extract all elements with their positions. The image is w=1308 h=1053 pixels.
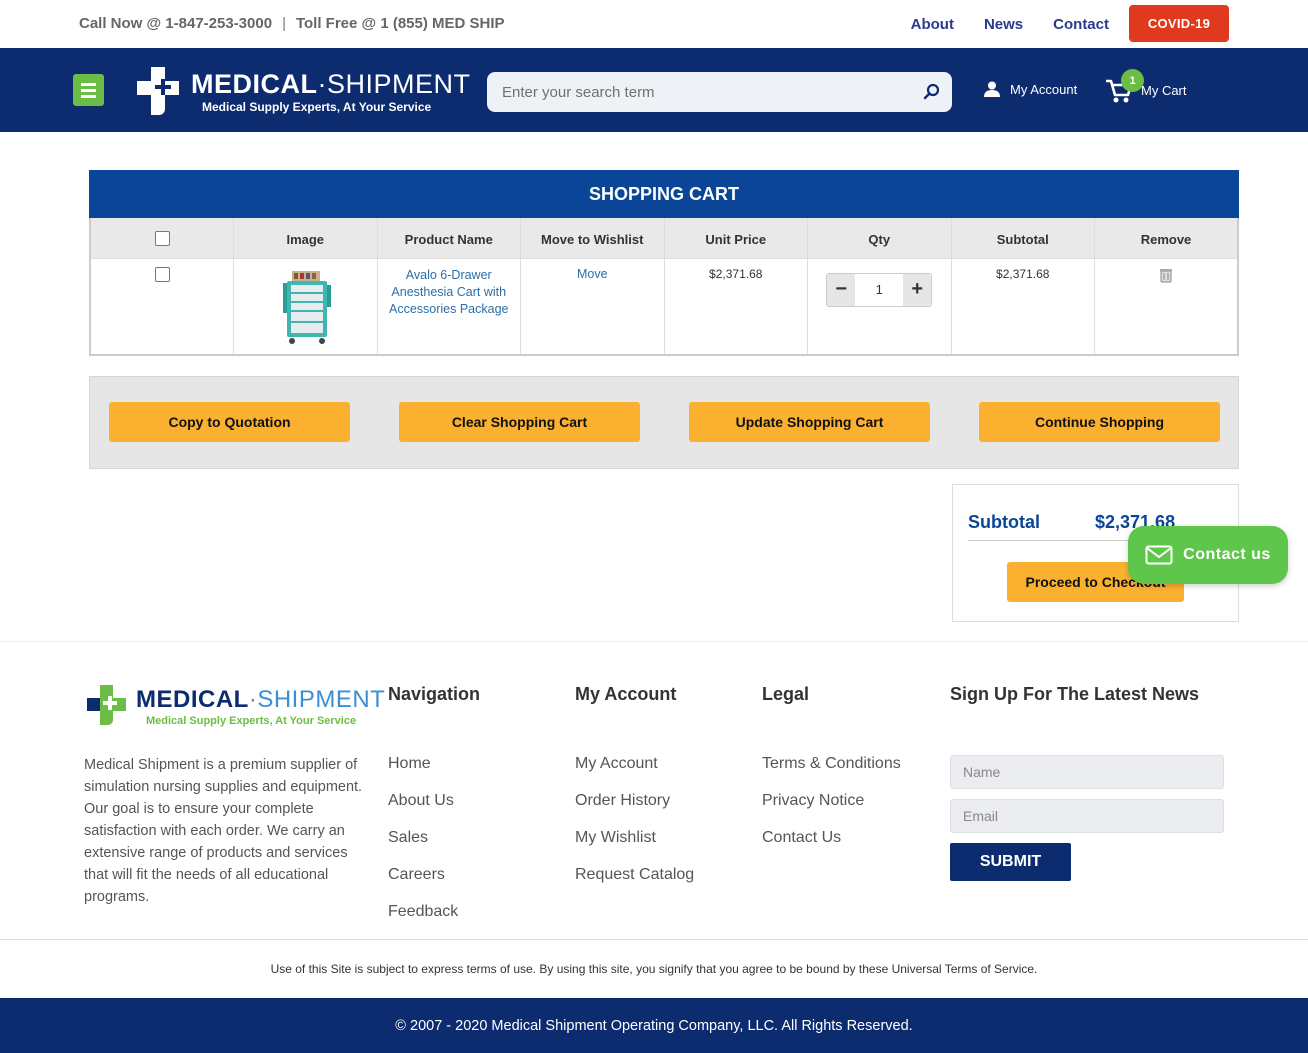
- column-header: Qty: [807, 218, 951, 258]
- main-header: MEDICAL·SHIPMENT Medical Supply Experts,…: [0, 48, 1308, 132]
- footer-link-order-history[interactable]: Order History: [575, 790, 694, 827]
- footer-link-contact-us[interactable]: Contact Us: [762, 827, 901, 864]
- footer-link-careers[interactable]: Careers: [388, 864, 480, 901]
- qty-input[interactable]: 1: [855, 273, 904, 306]
- shopping-cart-panel: SHOPPING CART Image Product Name Move to…: [89, 170, 1239, 356]
- user-icon: [984, 81, 1000, 97]
- row-select-cell: [89, 257, 234, 356]
- my-account-link[interactable]: My Account: [984, 81, 1077, 97]
- select-all-checkbox[interactable]: [154, 230, 170, 246]
- footer-link-my-wishlist[interactable]: My Wishlist: [575, 827, 694, 864]
- column-header: Image: [233, 218, 377, 258]
- column-header: Move to Wishlist: [520, 218, 664, 258]
- shopping-cart-title: SHOPPING CART: [89, 170, 1239, 218]
- my-account-label: My Account: [1010, 81, 1078, 97]
- summary-subtotal-label: Subtotal: [968, 512, 1040, 532]
- footer-link-sales[interactable]: Sales: [388, 827, 480, 864]
- footer-navigation: Navigation Home About Us Sales Careers F…: [388, 684, 480, 938]
- footer-link-about-us[interactable]: About Us: [388, 790, 480, 827]
- anesthesia-cart-image: [283, 270, 332, 344]
- move-cell: Move: [520, 257, 665, 356]
- contact-us-label: Contact us: [1183, 546, 1271, 563]
- covid-button[interactable]: COVID-19: [1129, 5, 1229, 42]
- move-to-wishlist-link[interactable]: Move: [577, 267, 608, 281]
- footer: MEDICAL·SHIPMENT Medical Supply Experts,…: [0, 641, 1308, 939]
- top-bar: Call Now @ 1-847-253-3000 | Toll Free @ 1 …: [0, 0, 1308, 48]
- column-header: Subtotal: [950, 218, 1095, 258]
- menu-icon[interactable]: [73, 74, 104, 106]
- footer-legal: Legal Terms & Conditions Privacy Notice …: [762, 684, 901, 864]
- logo-brand: MEDICAL·SHIPMENT: [191, 69, 471, 99]
- footer-link-request-catalog[interactable]: Request Catalog: [575, 864, 694, 901]
- footer-newsletter-title: Sign Up For The Latest News: [950, 684, 1200, 704]
- product-name-cell: Avalo 6-Drawer Anesthesia Cart with Acce…: [376, 257, 521, 356]
- footer-logo-brand: MEDICAL·SHIPMENT: [136, 686, 386, 713]
- subtotal-cell: $2,371.68: [950, 257, 1095, 356]
- site-logo[interactable]: MEDICAL·SHIPMENT Medical Supply Experts,…: [135, 65, 470, 115]
- contact-us-floating-button[interactable]: Contact us: [1128, 526, 1288, 584]
- my-cart-label: My Cart: [1141, 83, 1187, 98]
- footer-my-account: My Account My Account Order History My W…: [575, 684, 694, 901]
- medical-cross-logo-icon: [87, 685, 126, 725]
- search-input[interactable]: [487, 72, 907, 112]
- cart-actions-bar: Copy to Quotation Clear Shopping Cart Up…: [89, 376, 1239, 469]
- cart-table: Image Product Name Move to Wishlist Unit…: [89, 218, 1239, 356]
- newsletter-name-input[interactable]: [950, 755, 1224, 789]
- clear-cart-button[interactable]: Clear Shopping Cart: [399, 402, 640, 442]
- column-header: Product Name: [376, 218, 521, 258]
- footer-navigation-title: Navigation: [388, 684, 481, 704]
- image-cell: [233, 257, 378, 356]
- footer-my-account-title: My Account: [575, 684, 677, 704]
- phone-separator: |: [282, 15, 286, 32]
- remove-cell: [1094, 257, 1239, 356]
- search-icon[interactable]: [922, 82, 942, 102]
- footer-link-my-account[interactable]: My Account: [575, 753, 694, 790]
- footer-link-privacy[interactable]: Privacy Notice: [762, 790, 901, 827]
- footer-logo[interactable]: MEDICAL·SHIPMENT Medical Supply Experts,…: [86, 684, 385, 734]
- footer-legal-title: Legal: [762, 684, 810, 704]
- trash-icon[interactable]: [1158, 267, 1174, 283]
- select-all-header: [89, 218, 234, 258]
- top-link-contact[interactable]: Contact: [1053, 16, 1109, 33]
- phone-numbers: Call Now @ 1-847-253-3000 | Toll Free @ 1 …: [79, 15, 505, 32]
- logo-tagline: Medical Supply Experts, At Your Service: [202, 100, 432, 114]
- cart-table-header: Image Product Name Move to Wishlist Unit…: [89, 218, 1239, 258]
- qty-cell: − 1 +: [807, 257, 952, 356]
- mail-icon: [1145, 545, 1173, 565]
- footer-logo-tagline: Medical Supply Experts, At Your Service: [146, 715, 357, 727]
- toll-free-text: Toll Free @ 1 (855) MED SHIP: [295, 15, 505, 32]
- footer-link-terms[interactable]: Terms & Conditions: [762, 753, 901, 790]
- top-links: About News Contact: [911, 16, 1109, 33]
- top-link-news[interactable]: News: [984, 16, 1023, 33]
- footer-link-feedback[interactable]: Feedback: [388, 901, 480, 938]
- footer-about-text: Medical Shipment is a premium supplier o…: [84, 757, 363, 905]
- my-cart-link[interactable]: 1 My Cart: [1105, 69, 1195, 106]
- update-cart-button[interactable]: Update Shopping Cart: [689, 402, 930, 442]
- unit-price-cell: $2,371.68: [663, 257, 808, 356]
- footer-newsletter: Sign Up For The Latest News SUBMIT: [950, 684, 1224, 881]
- copy-to-quotation-button[interactable]: Copy to Quotation: [109, 402, 350, 442]
- copyright-bar: © 2007 - 2020 Medical Shipment Operating…: [0, 998, 1308, 1053]
- newsletter-email-input[interactable]: [950, 799, 1224, 833]
- call-now-text: Call Now @ 1-847-253-3000: [79, 15, 273, 32]
- footer-link-home[interactable]: Home: [388, 753, 480, 790]
- column-header: Unit Price: [663, 218, 808, 258]
- search-box: [487, 72, 952, 112]
- table-row: Avalo 6-Drawer Anesthesia Cart with Acce…: [89, 257, 1239, 356]
- product-image[interactable]: [265, 266, 346, 347]
- row-checkbox[interactable]: [154, 266, 170, 282]
- qty-increase-button[interactable]: +: [903, 273, 932, 306]
- top-link-about[interactable]: About: [911, 16, 954, 33]
- continue-shopping-button[interactable]: Continue Shopping: [979, 402, 1220, 442]
- terms-of-use-text: Use of this Site is subject to express t…: [0, 939, 1308, 998]
- quantity-stepper: − 1 +: [826, 272, 933, 307]
- product-name-link[interactable]: Avalo 6-Drawer Anesthesia Cart with Acce…: [378, 267, 521, 318]
- medical-cross-logo-icon: [137, 67, 179, 115]
- qty-decrease-button[interactable]: −: [827, 273, 856, 306]
- column-header: Remove: [1094, 218, 1239, 258]
- newsletter-submit-button[interactable]: SUBMIT: [950, 843, 1071, 881]
